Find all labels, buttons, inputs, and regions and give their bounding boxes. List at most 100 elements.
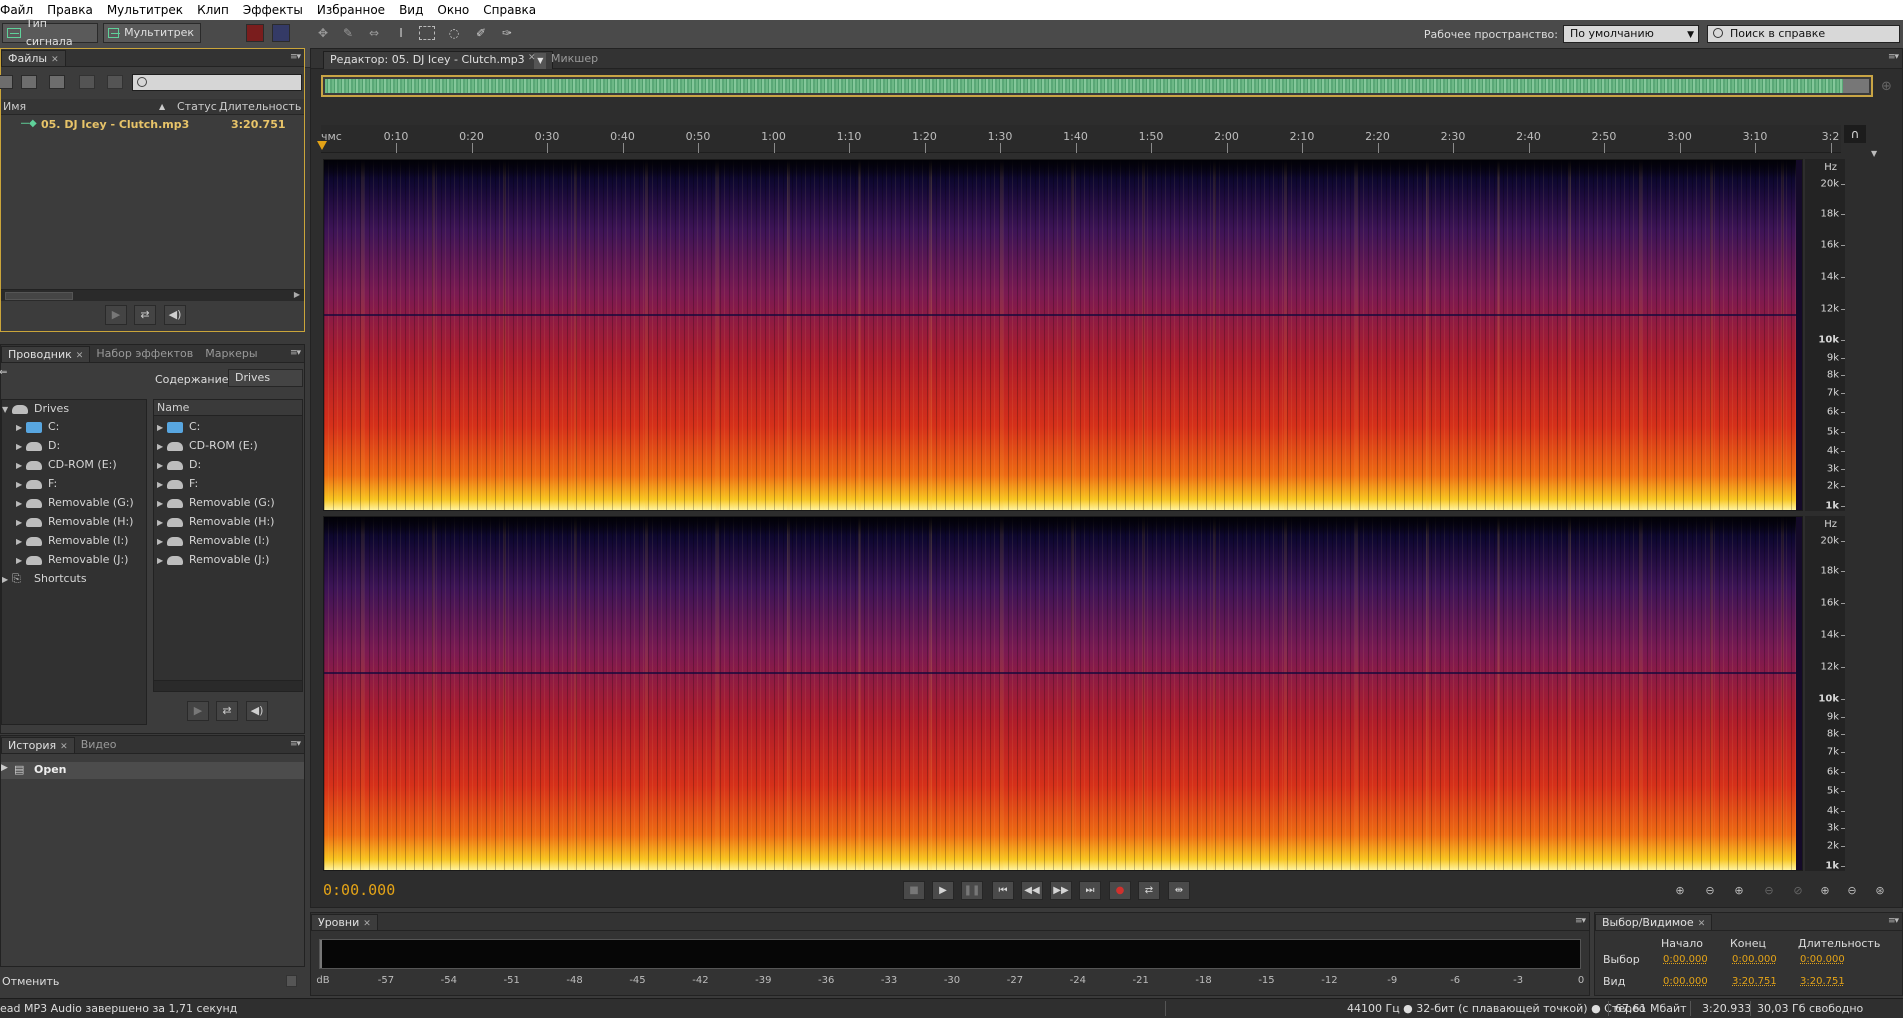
spectral-pitch-icon[interactable]	[272, 24, 290, 42]
playhead-marker[interactable]	[317, 141, 327, 150]
chevron-right-icon[interactable]: ▶	[16, 537, 26, 546]
autoplay-button[interactable]: ◀)	[246, 701, 268, 721]
tree-item-i[interactable]: ▶ Removable (I:)	[16, 534, 128, 551]
list-item[interactable]: ▶ CD-ROM (E:)	[157, 439, 258, 456]
tab-mixer[interactable]: Микшер	[545, 51, 604, 67]
time-ruler[interactable]: чмс 0:10 0:20 0:30 0:40 0:50 1:00 1:10 1:20 1:30…	[317, 125, 1841, 153]
tab-selection-view[interactable]: Выбор/Видимое ✕	[1595, 914, 1713, 930]
chevron-right-icon[interactable]: ▶	[16, 556, 26, 565]
workspace-select[interactable]: По умолчанию ▼	[1563, 25, 1699, 43]
list-item[interactable]: ▶ F:	[157, 477, 198, 494]
panel-menu-icon[interactable]: ≡▾	[290, 348, 301, 358]
marquee-tool-icon[interactable]	[419, 26, 435, 40]
chevron-right-icon[interactable]: ▶	[2, 575, 12, 584]
zoom-in-amplitude-icon[interactable]: ⊕	[1669, 881, 1691, 900]
panel-menu-icon[interactable]: ≡▾	[290, 52, 301, 62]
col-duration[interactable]: Длительность	[219, 100, 301, 113]
view-end[interactable]: 3:20.751	[1732, 976, 1777, 987]
tree-item-h[interactable]: ▶ Removable (H:)	[16, 515, 133, 532]
menu-multitrack[interactable]: Мультитрек	[100, 0, 190, 20]
file-row[interactable]: ⏤◆ 05. DJ Icey - Clutch.mp3 3:20.751	[1, 117, 304, 133]
new-file-icon[interactable]	[0, 75, 13, 89]
undo-label[interactable]: Отменить	[2, 975, 59, 988]
spot-healing-tool-icon[interactable]: ✑	[499, 26, 515, 40]
insert-icon[interactable]	[79, 75, 95, 89]
record-button[interactable]: ●	[1109, 881, 1131, 900]
zoom-in-point-icon[interactable]: ⊕	[1814, 881, 1836, 900]
loop-button[interactable]: ⇄	[134, 305, 156, 325]
tree-item-shortcuts[interactable]: ▶ ⎘ Shortcuts	[2, 572, 87, 589]
tab-editor[interactable]: Редактор: 05. DJ Icey - Clutch.mp3 ▼	[323, 51, 554, 69]
chevron-right-icon[interactable]: ▶	[16, 442, 26, 451]
contents-select[interactable]: Drives	[228, 369, 303, 387]
multitrack-mode-button[interactable]: Мультитрек	[103, 23, 201, 43]
play-button[interactable]: ▶	[187, 701, 209, 721]
chevron-right-icon[interactable]: ▶	[16, 480, 26, 489]
chevron-right-icon[interactable]: ▶	[157, 442, 167, 451]
menu-view[interactable]: Вид	[392, 0, 430, 20]
list-item[interactable]: ▶ Removable (H:)	[157, 515, 274, 532]
files-search-input[interactable]	[132, 74, 302, 91]
panel-menu-icon[interactable]: ≡▾	[1888, 916, 1899, 926]
chevron-right-icon[interactable]: ▶	[16, 499, 26, 508]
list-horizontal-scrollbar[interactable]	[154, 680, 302, 691]
tab-browser[interactable]: Проводник ✕	[1, 346, 91, 362]
tree-item-c[interactable]: ▶ C:	[16, 420, 59, 437]
close-icon[interactable]: ✕	[60, 742, 68, 752]
snap-icon[interactable]: ∩	[1844, 125, 1866, 143]
panel-menu-icon[interactable]: ≡▾	[1575, 916, 1586, 926]
spectrogram-left-channel[interactable]	[323, 159, 1803, 511]
overview-waveform[interactable]	[321, 75, 1873, 97]
menu-clip[interactable]: Клип	[190, 0, 236, 20]
menu-window[interactable]: Окно	[430, 0, 476, 20]
tab-levels[interactable]: Уровни ✕	[311, 914, 378, 930]
tab-effects-set[interactable]: Набор эффектов	[90, 346, 199, 362]
tab-markers[interactable]: Маркеры	[199, 346, 263, 362]
panel-menu-icon[interactable]: ≡▾	[290, 739, 301, 749]
list-item[interactable]: ▶ Removable (J:)	[157, 553, 269, 570]
menu-effects[interactable]: Эффекты	[236, 0, 310, 20]
tab-history[interactable]: История ✕	[1, 737, 75, 753]
open-file-icon[interactable]	[21, 75, 37, 89]
pause-button[interactable]: ❚❚	[961, 881, 983, 900]
play-button[interactable]: ▶	[105, 305, 127, 325]
chevron-right-icon[interactable]: ▶	[294, 290, 300, 299]
zoom-out-time-icon[interactable]: ⊖	[1758, 881, 1780, 900]
tree-item-j[interactable]: ▶ Removable (J:)	[16, 553, 128, 570]
close-icon[interactable]: ✕	[1698, 919, 1706, 929]
list-item[interactable]: ▶ Removable (G:)	[157, 496, 275, 513]
fast-forward-button[interactable]: ▶▶	[1050, 881, 1072, 900]
collapse-icon[interactable]: ⇐	[0, 367, 7, 378]
close-icon[interactable]: ✕	[363, 919, 371, 929]
zoom-out-amplitude-icon[interactable]: ⊖	[1699, 881, 1721, 900]
move-tool-icon[interactable]: ✥	[315, 26, 331, 40]
chevron-right-icon[interactable]: ▶	[157, 423, 167, 432]
files-horizontal-scrollbar[interactable]: ▶	[1, 289, 304, 301]
selection-start[interactable]: 0:00.000	[1663, 954, 1708, 965]
col-name[interactable]: Имя	[3, 100, 26, 113]
chevron-right-icon[interactable]: ▶	[157, 461, 167, 470]
go-to-end-button[interactable]: ⏭	[1079, 881, 1101, 900]
trash-icon[interactable]	[286, 975, 297, 987]
chevron-right-icon[interactable]: ▶	[157, 518, 167, 527]
tab-video[interactable]: Видео	[75, 737, 123, 753]
stop-button[interactable]: ■	[903, 881, 925, 900]
scrollbar-thumb[interactable]	[5, 292, 73, 300]
close-icon[interactable]: ✕	[76, 351, 84, 361]
menu-help[interactable]: Справка	[476, 0, 543, 20]
waveform-mode-button[interactable]: Тип сигнала	[2, 17, 98, 48]
selection-duration[interactable]: 0:00.000	[1800, 954, 1845, 965]
list-header[interactable]: Name	[154, 400, 302, 416]
zoom-in-time-icon[interactable]: ⊕	[1728, 881, 1750, 900]
go-to-start-button[interactable]: ⏮	[992, 881, 1014, 900]
overview-scroll-thumb[interactable]	[1843, 79, 1869, 93]
import-icon[interactable]	[49, 75, 65, 89]
time-selection-tool-icon[interactable]: I	[393, 26, 409, 40]
loop-button[interactable]: ⇄	[216, 701, 238, 721]
close-icon[interactable]: ✕	[51, 55, 59, 65]
spectral-display-icon[interactable]	[246, 24, 264, 42]
panel-menu-icon[interactable]: ≡▾	[1888, 52, 1899, 62]
tree-item-g[interactable]: ▶ Removable (G:)	[16, 496, 134, 513]
zoom-full-icon[interactable]: ⊘	[1787, 881, 1809, 900]
col-status[interactable]: Статус	[177, 100, 217, 113]
